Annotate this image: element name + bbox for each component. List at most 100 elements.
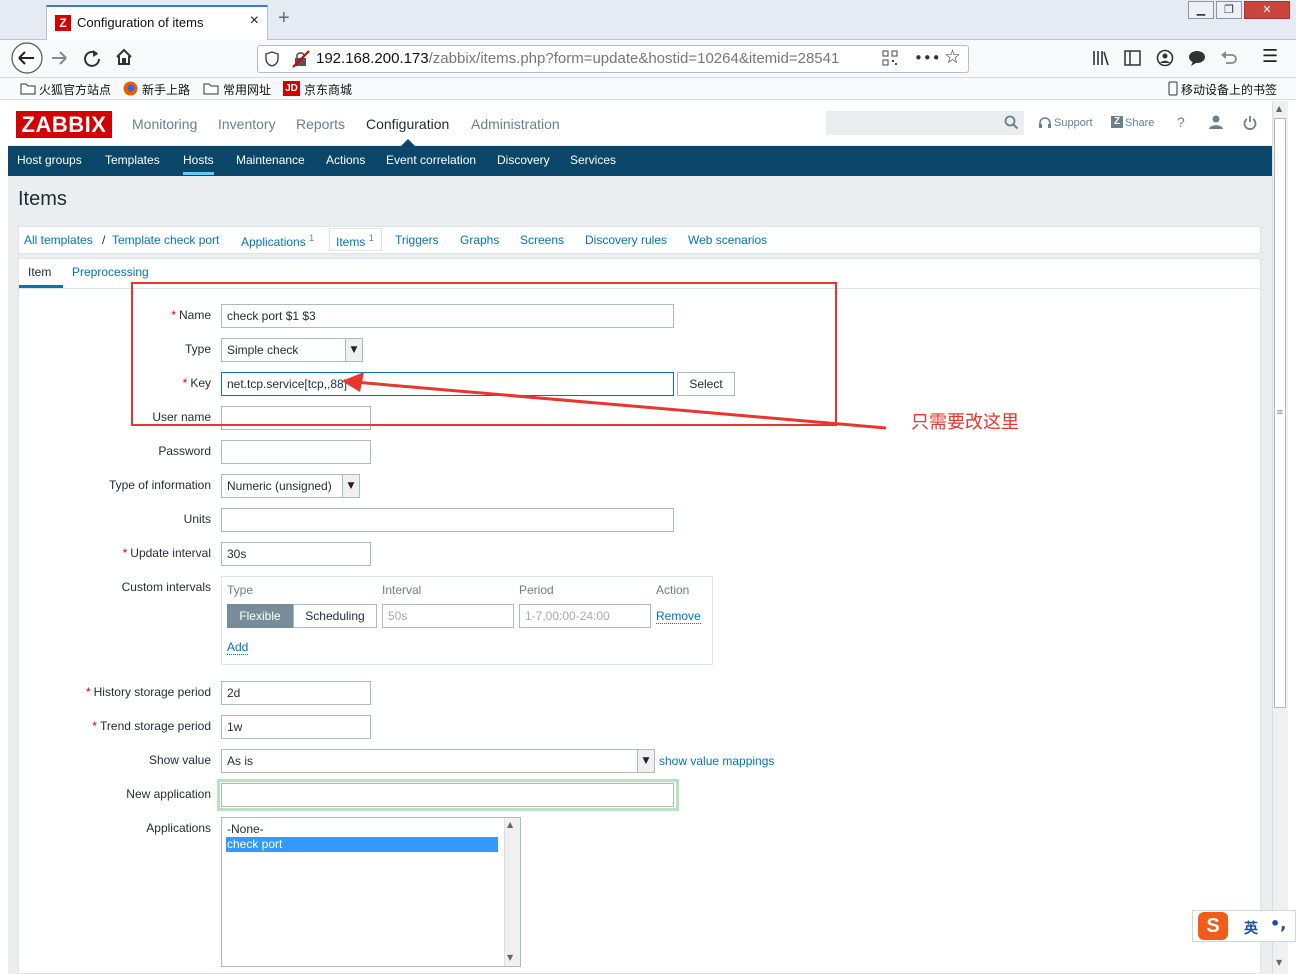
hamburger-menu-icon[interactable]: ☰ xyxy=(1262,46,1278,67)
required-mark: * xyxy=(92,719,98,733)
menu-administration[interactable]: Administration xyxy=(471,116,560,132)
applications-option-none[interactable]: -None- xyxy=(227,822,264,836)
scroll-down-icon[interactable]: ▼ xyxy=(507,953,513,962)
breadcrumb-template[interactable]: Template check port xyxy=(112,233,219,247)
url-text[interactable]: 192.168.200.173/zabbix/items.php?form=up… xyxy=(316,50,839,67)
close-window-icon[interactable]: ✕ xyxy=(1244,1,1290,19)
browser-tab[interactable]: Z Configuration of items × xyxy=(46,5,268,40)
show-value-select[interactable]: As is ▼ xyxy=(221,749,655,773)
breadcrumb-graphs[interactable]: Graphs xyxy=(460,233,499,247)
insecure-lock-icon[interactable] xyxy=(292,50,310,68)
submenu-services[interactable]: Services xyxy=(570,153,616,167)
support-link[interactable]: Support xyxy=(1054,117,1093,129)
chat-icon[interactable] xyxy=(1188,49,1206,67)
ci-header-action: Action xyxy=(656,583,690,597)
submenu-maintenance[interactable]: Maintenance xyxy=(236,153,305,167)
units-input[interactable] xyxy=(221,508,674,532)
ci-add-link[interactable]: Add xyxy=(227,640,249,655)
submenu-templates[interactable]: Templates xyxy=(105,153,160,167)
home-icon[interactable] xyxy=(114,47,134,67)
sidebar-icon[interactable] xyxy=(1124,50,1142,66)
sign-out-icon[interactable] xyxy=(1243,115,1257,130)
ci-period-input[interactable]: 1-7,00:00-24:00 xyxy=(519,604,651,628)
undo-icon[interactable] xyxy=(1220,50,1238,66)
new-tab-button[interactable]: + xyxy=(278,7,290,30)
trend-storage-input[interactable]: 1w xyxy=(221,715,371,739)
history-storage-label-text: History storage period xyxy=(93,685,211,699)
breadcrumb-separator: / xyxy=(102,233,106,247)
submenu-event-correlation[interactable]: Event correlation xyxy=(386,153,476,167)
menu-reports[interactable]: Reports xyxy=(296,116,345,132)
menu-monitoring[interactable]: Monitoring xyxy=(132,116,197,132)
back-icon[interactable] xyxy=(10,42,46,76)
new-application-input[interactable] xyxy=(221,783,674,807)
minimize-window-icon[interactable]: ▁ xyxy=(1188,1,1214,19)
submenu-host-groups[interactable]: Host groups xyxy=(17,153,82,167)
submenu-discovery[interactable]: Discovery xyxy=(497,153,550,167)
firefox-icon xyxy=(123,81,138,96)
zabbix-logo[interactable]: ZABBIX xyxy=(16,111,112,138)
mobile-bookmarks[interactable]: 移动设备上的书签 xyxy=(1181,81,1277,98)
breadcrumb-discovery-rules[interactable]: Discovery rules xyxy=(585,233,667,247)
ci-flexible-toggle[interactable]: Flexible xyxy=(227,604,293,628)
type-of-information-label: Type of information xyxy=(108,478,211,492)
scroll-up-icon[interactable]: ▲ xyxy=(1276,104,1282,113)
bookmark-getting-started[interactable]: 新手上路 xyxy=(142,81,190,98)
breadcrumb-screens[interactable]: Screens xyxy=(520,233,564,247)
ci-scheduling-toggle[interactable]: Scheduling xyxy=(293,604,377,628)
share-link[interactable]: Share xyxy=(1125,117,1154,129)
applications-option-selected[interactable]: check port xyxy=(226,837,498,852)
global-search-input[interactable] xyxy=(826,111,1024,135)
update-interval-input[interactable]: 30s xyxy=(221,542,371,566)
qr-code-icon[interactable] xyxy=(882,50,898,66)
scroll-down-icon[interactable]: ▼ xyxy=(1276,958,1282,967)
submenu-hosts[interactable]: Hosts xyxy=(183,153,214,175)
update-interval-label-text: Update interval xyxy=(130,546,211,560)
applications-label: Applications xyxy=(146,821,211,835)
mobile-device-icon xyxy=(1168,81,1178,96)
active-tab-underline xyxy=(19,285,63,288)
help-icon[interactable]: ? xyxy=(1177,114,1185,130)
forward-icon[interactable] xyxy=(50,48,70,68)
library-icon[interactable] xyxy=(1092,50,1110,66)
tab-item[interactable]: Item xyxy=(28,265,51,279)
search-icon[interactable] xyxy=(1004,115,1019,130)
user-profile-icon[interactable] xyxy=(1209,115,1223,130)
shield-icon[interactable] xyxy=(264,51,280,67)
tab-close-icon[interactable]: × xyxy=(250,12,259,30)
annotation-text: 只需要改这里 xyxy=(911,412,1019,433)
scroll-up-icon[interactable]: ▲ xyxy=(507,820,513,829)
trend-storage-label: * Trend storage period xyxy=(11,719,211,733)
show-value-mappings-link[interactable]: show value mappings xyxy=(659,754,774,768)
breadcrumb-applications[interactable]: Applications 1 xyxy=(241,233,314,249)
bookmark-firefox-official[interactable]: 火狐官方站点 xyxy=(39,81,111,98)
ci-remove-link[interactable]: Remove xyxy=(656,609,701,624)
bookmark-common-sites[interactable]: 常用网址 xyxy=(223,81,271,98)
password-input[interactable] xyxy=(221,440,371,464)
ime-punctuation-icon[interactable]: •, xyxy=(1270,914,1286,933)
applications-scrollbar[interactable] xyxy=(504,818,520,966)
page-actions-menu[interactable]: ••• xyxy=(914,49,941,67)
breadcrumb-all-templates[interactable]: All templates xyxy=(24,233,93,247)
bookmark-star-icon[interactable]: ☆ xyxy=(944,46,961,68)
breadcrumb-web-scenarios[interactable]: Web scenarios xyxy=(688,233,767,247)
reload-icon[interactable] xyxy=(82,48,102,68)
required-mark: * xyxy=(85,685,91,699)
ime-mode[interactable]: 英 xyxy=(1244,918,1258,938)
tab-title: Configuration of items xyxy=(77,15,204,30)
history-storage-input[interactable]: 2d xyxy=(221,681,371,705)
bookmark-jd-mall[interactable]: 京东商城 xyxy=(304,81,352,98)
breadcrumb-items[interactable]: Items 1 xyxy=(336,233,374,249)
type-of-information-select[interactable]: Numeric (unsigned) ▼ xyxy=(221,474,360,498)
ci-header-period: Period xyxy=(519,583,554,597)
menu-configuration[interactable]: Configuration xyxy=(366,116,449,132)
annotation-arrow xyxy=(342,372,887,430)
restore-window-icon[interactable]: ❐ xyxy=(1216,1,1242,19)
submenu-actions[interactable]: Actions xyxy=(326,153,365,167)
menu-inventory[interactable]: Inventory xyxy=(218,116,276,132)
breadcrumb-triggers[interactable]: Triggers xyxy=(395,233,439,247)
tab-preprocessing[interactable]: Preprocessing xyxy=(72,265,149,279)
ci-interval-input[interactable]: 50s xyxy=(382,604,514,628)
sogou-ime-icon[interactable]: S xyxy=(1198,912,1228,940)
account-icon[interactable] xyxy=(1156,49,1174,67)
